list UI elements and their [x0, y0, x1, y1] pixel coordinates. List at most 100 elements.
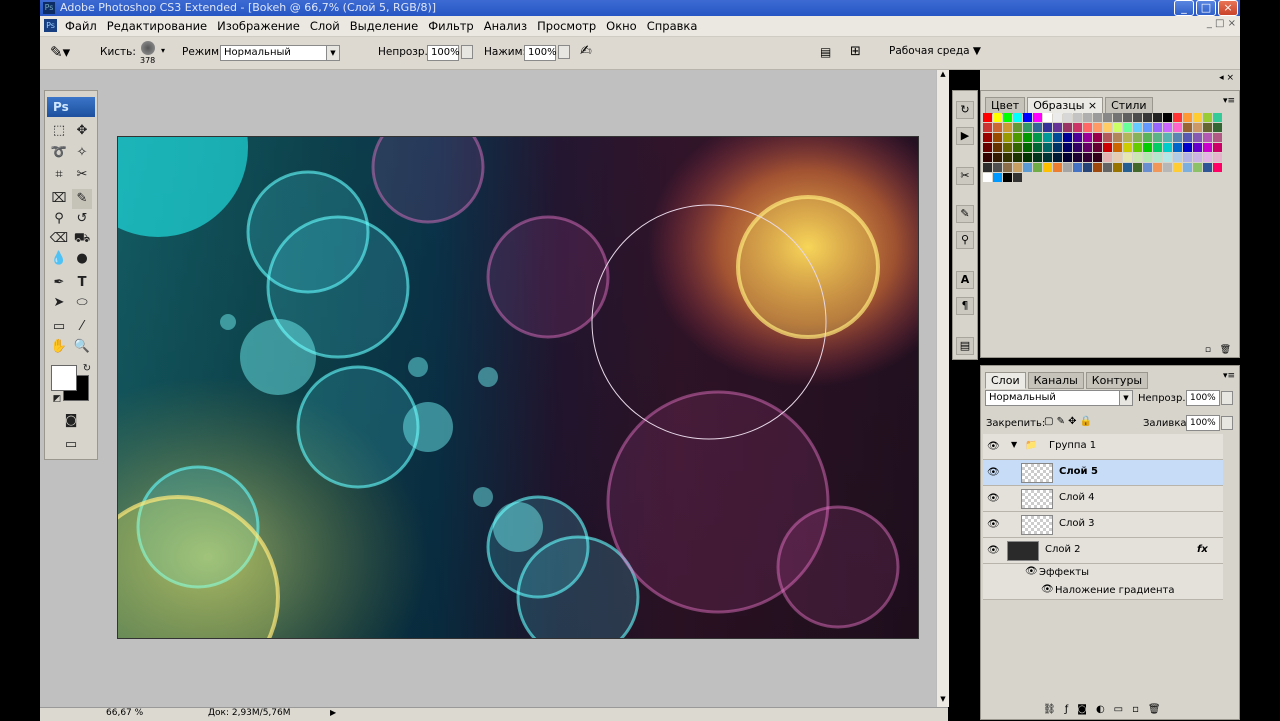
adjustment-layer-icon[interactable]: ◐ — [1096, 704, 1114, 715]
swatch-128[interactable] — [1063, 163, 1072, 172]
swatch-118[interactable] — [1203, 153, 1212, 162]
character-panel-icon[interactable]: A — [956, 271, 974, 289]
swatch-115[interactable] — [1173, 153, 1182, 162]
swatch-119[interactable] — [1213, 153, 1222, 162]
layer-opacity-input[interactable]: 100% — [1186, 390, 1220, 406]
menu-analysis[interactable]: Анализ — [479, 19, 532, 33]
opacity-input[interactable]: 100% — [427, 45, 460, 61]
swatch-109[interactable] — [1113, 153, 1122, 162]
swatch-117[interactable] — [1193, 153, 1202, 162]
swatch-88[interactable] — [1143, 143, 1152, 152]
new-layer-icon[interactable]: ▫ — [1132, 704, 1148, 715]
zoom-readout[interactable]: 66,67 % — [106, 708, 143, 718]
swatch-75[interactable] — [1013, 143, 1022, 152]
crop-tool-icon[interactable]: ⌗ — [49, 165, 69, 185]
swatch-21[interactable] — [1193, 113, 1202, 122]
marquee-tool-icon[interactable]: ⬚ — [49, 121, 69, 141]
blend-mode-select[interactable]: Нормальный ▼ — [985, 390, 1133, 406]
flow-slider-button[interactable] — [558, 45, 570, 59]
swatch-67[interactable] — [1173, 133, 1182, 142]
swatch-114[interactable] — [1163, 153, 1172, 162]
effects-row[interactable]: 👁 Эффекты — [983, 564, 1223, 582]
palette-icon[interactable]: ▤ — [820, 45, 831, 59]
fill-input[interactable]: 100% — [1186, 415, 1220, 431]
delete-swatch-icon[interactable]: 🗑 — [1220, 345, 1231, 355]
lock-icons[interactable]: ▢ ✎ ✥ 🔒 — [1044, 416, 1092, 427]
swatch-97[interactable] — [993, 153, 1002, 162]
swatch-129[interactable] — [1073, 163, 1082, 172]
photoshop-logo[interactable]: Ps — [47, 97, 95, 117]
swatch-63[interactable] — [1133, 133, 1142, 142]
swatch-55[interactable] — [1053, 133, 1062, 142]
swatch-18[interactable] — [1163, 113, 1172, 122]
panel-collapse-icon[interactable]: ◂ × — [1219, 73, 1234, 83]
swatch-19[interactable] — [1173, 113, 1182, 122]
swatch-132[interactable] — [1103, 163, 1112, 172]
minimize-button[interactable]: _ — [1174, 0, 1194, 16]
swatch-23[interactable] — [1213, 113, 1222, 122]
swatch-80[interactable] — [1063, 143, 1072, 152]
layer-opacity-slider[interactable] — [1221, 391, 1233, 405]
swatch-134[interactable] — [1123, 163, 1132, 172]
swatch-103[interactable] — [1053, 153, 1062, 162]
swatch-83[interactable] — [1093, 143, 1102, 152]
swatch-4[interactable] — [1023, 113, 1032, 122]
swatch-57[interactable] — [1073, 133, 1082, 142]
fx-badge[interactable]: fx — [1197, 544, 1208, 555]
swatch-25[interactable] — [993, 123, 1002, 132]
swatch-46[interactable] — [1203, 123, 1212, 132]
swatch-5[interactable] — [1033, 113, 1042, 122]
swatch-98[interactable] — [1003, 153, 1012, 162]
swatch-101[interactable] — [1033, 153, 1042, 162]
swatch-71[interactable] — [1213, 133, 1222, 142]
swatch-50[interactable] — [1003, 133, 1012, 142]
menu-image[interactable]: Изображение — [212, 19, 305, 33]
swatch-122[interactable] — [1003, 163, 1012, 172]
swap-colors-icon[interactable]: ↻ — [77, 359, 97, 379]
swatch-52[interactable] — [1023, 133, 1032, 142]
brushes-panel-icon[interactable]: ✎ — [956, 205, 974, 223]
menu-window-controls[interactable]: _ □ × — [1207, 18, 1236, 29]
lasso-tool-icon[interactable]: ➰ — [49, 143, 69, 163]
swatch-89[interactable] — [1153, 143, 1162, 152]
swatch-11[interactable] — [1093, 113, 1102, 122]
status-menu-arrow-icon[interactable]: ▶ — [330, 708, 336, 717]
swatch-42[interactable] — [1163, 123, 1172, 132]
default-colors-icon[interactable]: ◩ — [47, 389, 67, 409]
swatch-36[interactable] — [1103, 123, 1112, 132]
swatch-121[interactable] — [993, 163, 1002, 172]
shape-tool-icon[interactable]: ⬭ — [72, 293, 92, 313]
swatch-53[interactable] — [1033, 133, 1042, 142]
swatch-142[interactable] — [1203, 163, 1212, 172]
tab-channels[interactable]: Каналы — [1027, 372, 1084, 389]
swatch-65[interactable] — [1153, 133, 1162, 142]
swatch-37[interactable] — [1113, 123, 1122, 132]
swatch-143[interactable] — [1213, 163, 1222, 172]
link-layers-icon[interactable]: ⛓ — [1043, 704, 1065, 715]
paint-bucket-icon[interactable]: ⛟ — [72, 229, 92, 249]
add-mask-icon[interactable]: ◙ — [1077, 704, 1096, 715]
swatch-72[interactable] — [983, 143, 992, 152]
swatch-27[interactable] — [1013, 123, 1022, 132]
swatch-13[interactable] — [1113, 113, 1122, 122]
swatch-33[interactable] — [1073, 123, 1082, 132]
swatch-79[interactable] — [1053, 143, 1062, 152]
healing-brush-icon[interactable]: ⌧ — [49, 189, 69, 209]
swatch-74[interactable] — [1003, 143, 1012, 152]
swatch-99[interactable] — [1013, 153, 1022, 162]
visibility-eye-icon[interactable]: 👁 — [987, 493, 1000, 504]
screen-mode-icon[interactable]: ▭ — [61, 435, 81, 455]
swatch-93[interactable] — [1193, 143, 1202, 152]
swatch-86[interactable] — [1123, 143, 1132, 152]
layers-menu-icon[interactable]: ▾≡ — [1223, 371, 1235, 381]
menu-file[interactable]: Файл — [60, 19, 102, 33]
swatch-92[interactable] — [1183, 143, 1192, 152]
swatch-24[interactable] — [983, 123, 992, 132]
swatch-44[interactable] — [1183, 123, 1192, 132]
swatch-102[interactable] — [1043, 153, 1052, 162]
swatch-26[interactable] — [1003, 123, 1012, 132]
swatch-125[interactable] — [1033, 163, 1042, 172]
swatch-68[interactable] — [1183, 133, 1192, 142]
swatch-62[interactable] — [1123, 133, 1132, 142]
delete-layer-icon[interactable]: 🗑 — [1148, 704, 1170, 715]
